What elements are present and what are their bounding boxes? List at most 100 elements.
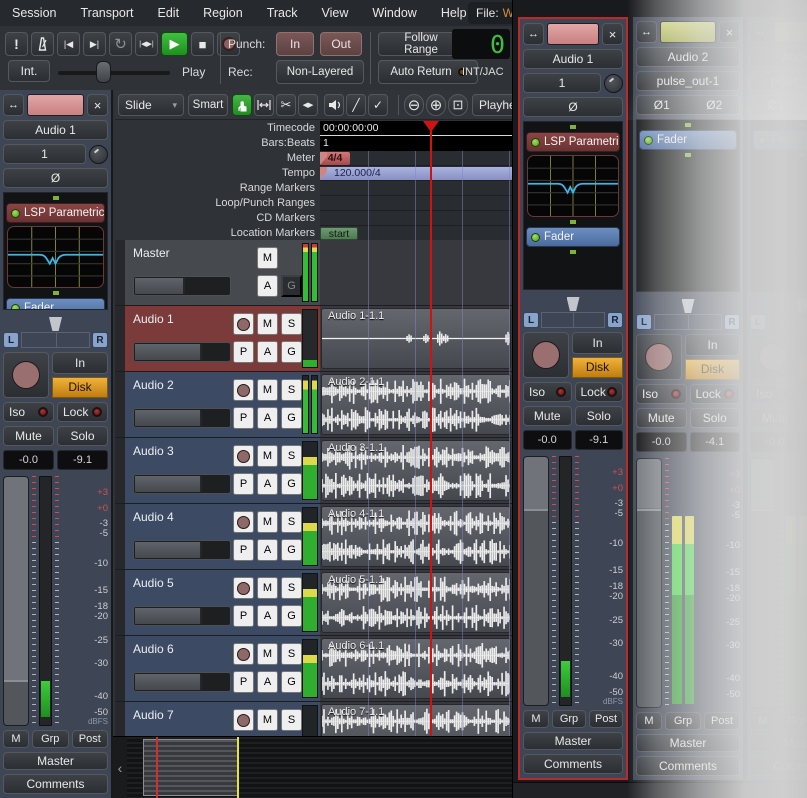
cut-tool-button[interactable]: ✂ [276,94,296,116]
record-arm-button[interactable] [523,332,569,378]
strip-width-button[interactable]: ↔ [3,94,24,116]
primary-clock[interactable]: 0 [452,29,510,59]
midi-panic-button[interactable]: ! [5,32,28,56]
meter-ruler[interactable]: 4/4 [320,151,512,166]
track-header[interactable]: Audio 4 M S P A G [125,504,320,569]
track-lane[interactable]: Audio 7-1.1 [320,702,512,736]
grab-tool-button[interactable] [232,94,252,116]
group-button[interactable]: Grp [552,710,586,728]
automation-button[interactable]: A [257,539,278,561]
strip-width-button[interactable]: ↔ [750,21,771,43]
monitor-input-button[interactable]: In [52,352,108,374]
record-arm-button[interactable] [3,352,49,398]
gain-fader[interactable] [523,456,549,706]
automation-button[interactable]: A [257,605,278,627]
strip-width-button[interactable]: ↔ [523,23,544,45]
gain-fader[interactable] [750,458,776,708]
fader-active-led[interactable] [644,136,653,145]
track-header[interactable]: Audio 1 M S P A G [125,306,320,371]
automation-button[interactable]: A [257,671,278,693]
fader-active-led[interactable] [11,304,20,311]
strip-close-icon[interactable]: × [719,21,740,43]
strip-color-bar[interactable] [774,21,807,43]
audio-region[interactable]: Audio 7-1.1 [321,704,511,736]
gain-display[interactable]: -0.0 [3,450,54,470]
record-arm-button[interactable] [636,334,682,380]
automation-button[interactable]: A [257,275,278,297]
record-arm-button[interactable] [233,643,254,665]
eq-curve-display[interactable] [7,226,104,288]
track-header[interactable]: Audio 5 M S P A G [125,570,320,635]
solo-button[interactable]: S [281,643,302,665]
fader-entry[interactable]: Fader [526,227,620,247]
phase-button[interactable]: Ø [523,97,623,117]
menu-session[interactable]: Session [12,6,56,20]
monitor-input-button[interactable]: In [799,334,807,356]
processor-box[interactable]: Fader [750,119,807,292]
solo-button[interactable]: S [281,577,302,599]
group-button[interactable]: G [281,605,302,627]
shuttle-track[interactable] [58,71,170,75]
comments-button[interactable]: Comments [523,754,623,774]
ruler-label-cd-markers[interactable]: CD Markers [115,211,320,226]
menu-track[interactable]: Track [267,6,298,20]
ruler-label-loop-punch[interactable]: Loop/Punch Ranges [115,196,320,211]
pan-left-button[interactable]: L [636,314,652,330]
solo-iso-button[interactable]: Iso [523,382,572,402]
group-button[interactable]: G [281,539,302,561]
track-gain-slider[interactable] [133,342,231,362]
go-to-start-button[interactable]: |◀ [57,32,80,56]
strip-color-bar[interactable] [547,23,599,45]
track-row-master[interactable]: Master M A G [115,240,512,306]
output-port-button[interactable]: pulse_out-1 [636,71,740,91]
record-arm-button[interactable] [233,577,254,599]
bars-beats-ruler[interactable]: 1 [320,136,512,151]
track-gain-slider[interactable] [133,276,231,296]
solo-button[interactable]: S [281,511,302,533]
track-name[interactable]: Audio 5 [133,576,174,590]
record-arm-button[interactable] [233,379,254,401]
trim-knob[interactable] [604,74,623,93]
pan-handle[interactable] [796,299,807,313]
gain-fader[interactable] [3,476,29,726]
mute-button[interactable]: Mute [3,426,54,446]
pan-right-button[interactable]: R [92,332,108,348]
strip-name-button[interactable]: Audio 2 [750,47,807,67]
track-name[interactable]: Master [133,246,170,260]
pan-handle[interactable] [682,299,695,313]
strip-name-button[interactable]: Audio 1 [3,120,108,140]
edit-mode-dropdown[interactable]: Slide▾ [118,94,184,116]
track-lane[interactable]: Audio 5-1.1 [320,570,512,635]
output-button[interactable]: Master [3,752,108,770]
mute-button[interactable]: M [257,709,278,731]
track-row-audio-2[interactable]: Audio 2 M S P A G Audio 2-1.1 [115,372,512,438]
ruler-label-timecode[interactable]: Timecode [115,121,320,136]
solo-lock-button[interactable]: Lock [57,402,108,422]
mute-button[interactable]: M [257,511,278,533]
timecode-ruler[interactable]: 00:00:00:00 [320,121,512,136]
solo-button[interactable]: Solo [804,408,807,428]
phase-buttons[interactable]: Ø1 Ø2 [636,95,740,115]
output-button[interactable]: Master [636,734,740,752]
comments-button[interactable]: Comments [750,756,807,776]
location-markers-ruler[interactable]: start [320,226,512,241]
record-arm-button[interactable] [233,445,254,467]
automation-button[interactable]: A [257,407,278,429]
play-button[interactable]: ▶ [161,32,188,56]
mute-button[interactable]: M [257,247,278,269]
zoom-fit-button[interactable]: ⊡ [448,94,468,116]
track-gain-slider[interactable] [133,672,231,692]
draw-tool-button[interactable]: ╱ [346,94,366,116]
automation-button[interactable]: A [257,341,278,363]
automation-button[interactable]: A [257,473,278,495]
play-range-button[interactable]: |◀▶| [135,32,158,56]
mono-button[interactable]: M [3,730,29,748]
track-name[interactable]: Audio 6 [133,642,174,656]
processor-box[interactable]: Fader [636,119,740,292]
track-lane[interactable] [320,240,512,305]
track-lane[interactable]: Audio 2-1.1 [320,372,512,437]
punch-out-button[interactable]: Out [320,32,362,56]
playlist-button[interactable]: P [233,473,254,495]
strip-close-icon[interactable]: × [602,23,623,45]
audio-region[interactable]: Audio 6-1.1 [321,638,511,699]
